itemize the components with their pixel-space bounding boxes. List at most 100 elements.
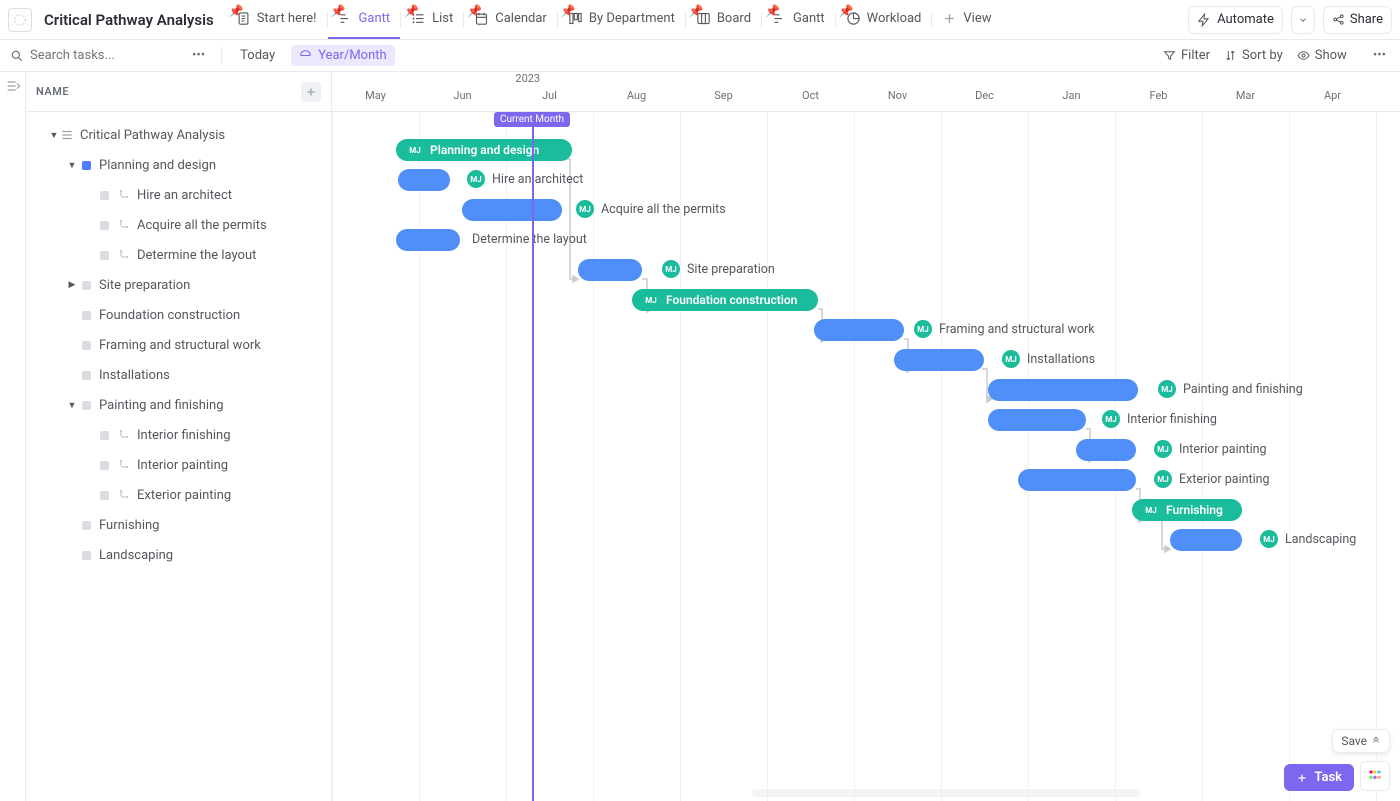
tree-row-permits[interactable]: Acquire all the permits [34,210,323,240]
status-box[interactable] [82,551,91,560]
status-box[interactable] [100,191,109,200]
caret-down-icon[interactable]: ▼ [66,400,78,411]
new-task-button[interactable]: Task [1284,764,1354,791]
status-box[interactable] [82,371,91,380]
gantt-bar[interactable] [1170,529,1242,551]
gantt-row-label[interactable]: MJInterior finishing [1102,404,1217,434]
tree-row-extpaint[interactable]: Exterior painting [34,480,323,510]
tree-row-root[interactable]: ▼Critical Pathway Analysis [34,120,323,150]
gantt-row-label[interactable]: MJInterior painting [1154,434,1267,464]
status-box[interactable] [100,431,109,440]
tree-row-landscape[interactable]: Landscaping [34,540,323,570]
caret-down-icon[interactable]: ▼ [48,130,60,141]
tree-row-layout[interactable]: Determine the layout [34,240,323,270]
status-box[interactable] [100,251,109,260]
view-tab-board[interactable]: 📌Board [686,1,761,39]
gantt-row-label[interactable]: MJPainting and finishing [1158,374,1303,404]
view-tab-list[interactable]: 📌List [401,1,463,39]
gantt-bar[interactable] [988,409,1086,431]
tree-row-intpaint[interactable]: Interior painting [34,450,323,480]
gantt-bar[interactable] [1076,439,1136,461]
app-logo-icon[interactable] [8,8,32,32]
gantt-row-label[interactable]: MJLandscaping [1260,524,1356,554]
view-tab-gantt2[interactable]: 📌Gantt [762,1,835,39]
gantt-bar[interactable] [894,349,984,371]
tree-row-hire[interactable]: Hire an architect [34,180,323,210]
gantt-row-label[interactable]: MJExterior painting [1154,464,1270,494]
show-button[interactable]: Show [1297,48,1347,63]
caret-right-icon[interactable]: ▶ [66,280,78,290]
filter-button[interactable]: Filter [1163,48,1210,63]
assignee-avatar[interactable]: MJ [662,260,680,278]
gantt-bar[interactable] [398,169,450,191]
tree-row-framing[interactable]: Framing and structural work [34,330,323,360]
save-pill[interactable]: Save [1332,729,1390,753]
view-tab-calendar[interactable]: 📌Calendar [464,1,557,39]
status-box[interactable] [82,521,91,530]
caret-down-icon[interactable]: ▼ [66,160,78,171]
horizontal-scrollbar[interactable] [752,789,1140,797]
gantt-bar[interactable] [396,229,460,251]
status-box[interactable] [100,221,109,230]
gantt-row-label[interactable]: MJSite preparation [662,254,775,284]
tree-row-foundation[interactable]: Foundation construction [34,300,323,330]
today-button[interactable]: Today [234,46,281,65]
gantt-row-label[interactable]: MJFraming and structural work [914,314,1095,344]
gantt-row-label[interactable]: Determine the layout [472,224,587,254]
gantt-row-label[interactable]: MJInstallations [1002,344,1095,374]
gantt-bar[interactable] [462,199,562,221]
gantt-bar[interactable]: MJFurnishing [1132,499,1242,521]
collapse-sidebar-handle[interactable] [0,72,26,801]
view-tab-gantt1[interactable]: 📌Gantt [328,1,401,39]
assignee-avatar[interactable]: MJ [1102,410,1120,428]
assignee-avatar[interactable]: MJ [642,291,660,309]
status-box[interactable] [100,491,109,500]
toolbar-more-icon[interactable]: ••• [1369,46,1390,65]
view-tab-start[interactable]: 📌Start here! [226,1,327,39]
assignee-avatar[interactable]: MJ [576,200,594,218]
gantt-row-label[interactable]: MJAcquire all the permits [576,194,726,224]
apps-button[interactable] [1360,761,1390,791]
gantt-bar[interactable] [578,259,642,281]
tree-row-furnish[interactable]: Furnishing [34,510,323,540]
gantt-bar[interactable] [814,319,904,341]
assignee-avatar[interactable]: MJ [467,170,485,188]
add-view-button[interactable]: View [932,1,1001,39]
assignee-avatar[interactable]: MJ [1002,350,1020,368]
status-box[interactable] [82,401,91,410]
status-box[interactable] [82,341,91,350]
search-input[interactable] [30,48,180,63]
automate-dropdown[interactable] [1291,6,1315,34]
view-tab-workload[interactable]: 📌Workload [836,1,932,39]
gantt-bar[interactable] [1018,469,1136,491]
share-button[interactable]: Share [1323,6,1392,34]
status-box[interactable] [100,461,109,470]
page-title[interactable]: Critical Pathway Analysis [38,11,220,29]
assignee-avatar[interactable]: MJ [406,141,424,159]
view-tab-bydept[interactable]: 📌By Department [558,1,685,39]
status-box[interactable] [82,161,91,170]
assignee-avatar[interactable]: MJ [1154,440,1172,458]
assignee-avatar[interactable]: MJ [1158,380,1176,398]
assignee-avatar[interactable]: MJ [1142,501,1160,519]
gantt-bar[interactable]: MJPlanning and design [396,139,572,161]
assignee-avatar[interactable]: MJ [914,320,932,338]
automate-button[interactable]: Automate [1188,6,1283,34]
tree-row-painting[interactable]: ▼Painting and finishing [34,390,323,420]
gantt-bar[interactable] [988,379,1138,401]
status-box[interactable] [82,281,91,290]
status-box[interactable] [82,311,91,320]
gantt-bar[interactable]: MJFoundation construction [632,289,818,311]
gantt-row-label[interactable]: MJHire an architect [467,164,583,194]
search-more-icon[interactable]: ••• [188,46,209,65]
assignee-avatar[interactable]: MJ [1260,530,1278,548]
tree-row-intfinish[interactable]: Interior finishing [34,420,323,450]
tree-row-planning[interactable]: ▼Planning and design [34,150,323,180]
sort-button[interactable]: Sort by [1224,48,1283,63]
add-column-button[interactable] [301,82,321,102]
tree-row-installations[interactable]: Installations [34,360,323,390]
gantt-pane[interactable]: 2023 MayJunJulAugSepOctNovDecJanFebMarAp… [332,72,1400,801]
assignee-avatar[interactable]: MJ [1154,470,1172,488]
tree-row-siteprep[interactable]: ▶Site preparation [34,270,323,300]
zoom-level-chip[interactable]: Year/Month [291,45,395,66]
